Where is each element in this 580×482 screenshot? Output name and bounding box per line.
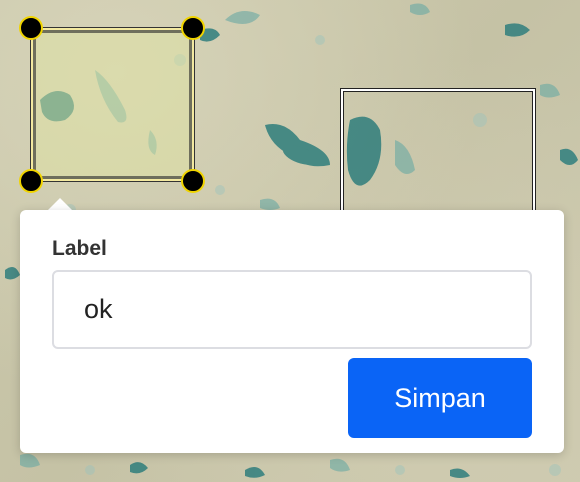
selected-bounding-box[interactable] [30,27,195,182]
resize-handle-bottom-right[interactable] [181,169,205,193]
label-input[interactable] [52,270,532,349]
resize-handle-top-left[interactable] [19,16,43,40]
bounding-box[interactable] [340,88,536,228]
resize-handle-bottom-left[interactable] [19,169,43,193]
label-popup: Label Simpan [20,210,564,453]
save-button[interactable]: Simpan [348,358,532,438]
label-field-title: Label [52,237,107,260]
resize-handle-top-right[interactable] [181,16,205,40]
